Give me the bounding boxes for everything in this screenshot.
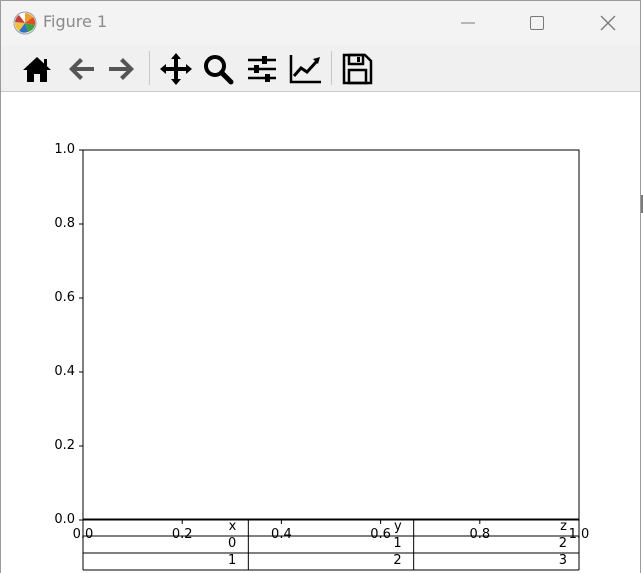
plot-svg	[79, 149, 580, 571]
axes-frame	[82, 149, 580, 521]
home-icon	[23, 57, 51, 82]
zoom-button[interactable]	[200, 51, 236, 87]
table-cell: 1	[393, 536, 402, 551]
figure-canvas[interactable]: 0.0 0.2 0.4 0.6 0.8 1.0 0.0 0.2 0.4 0.6 0.8 1.0 xyz…	[1, 92, 640, 573]
forward-arrow-icon	[109, 58, 134, 80]
pan-icon	[160, 53, 192, 85]
table-header-cell: x	[228, 519, 237, 534]
edit-axis-icon	[289, 55, 321, 84]
y-tick-label: 0.8	[54, 216, 75, 231]
minimize-button[interactable]	[445, 7, 491, 39]
window-title: Figure 1	[43, 12, 108, 31]
x-tick-label: 0.2	[171, 527, 193, 542]
table-header-cell: y	[393, 519, 402, 534]
y-tick-label: 0.4	[54, 364, 75, 379]
y-tick-label: 0.6	[54, 290, 75, 305]
toolbar-separator	[149, 51, 150, 85]
table-cell: 1	[228, 553, 237, 568]
pan-button[interactable]	[158, 51, 194, 87]
matplotlib-logo-icon	[13, 11, 37, 35]
axis-ticks	[79, 149, 580, 524]
back-button[interactable]	[63, 51, 99, 87]
table-cell: 3	[558, 553, 567, 568]
save-button[interactable]	[339, 51, 375, 87]
x-tick-label: 0.8	[469, 527, 491, 542]
x-tick-label: 0.0	[72, 527, 94, 542]
maximize-button[interactable]	[514, 7, 560, 39]
table-cell: 2	[393, 553, 402, 568]
edit-axis-button[interactable]	[287, 51, 323, 87]
minimize-icon	[461, 22, 475, 24]
x-tick-label: 0.4	[271, 527, 292, 542]
table-cell: 2	[558, 536, 567, 551]
table-cell: 0	[228, 536, 237, 551]
maximize-icon	[530, 16, 544, 30]
y-tick-label: 1.0	[54, 142, 75, 157]
toolbar-separator	[331, 51, 332, 85]
y-tick-label: 0.0	[54, 512, 75, 527]
close-button[interactable]	[585, 7, 631, 39]
save-icon	[342, 53, 373, 85]
navigation-toolbar	[1, 45, 640, 92]
zoom-icon	[204, 55, 234, 85]
close-icon	[600, 15, 616, 31]
configure-subplots-button[interactable]	[244, 51, 280, 87]
figure-window: Figure 1 0.0 0.2 0.4 0.6 0.8 1.0 0.0 0.2…	[0, 0, 641, 573]
table-grid	[82, 518, 580, 571]
home-button[interactable]	[19, 51, 55, 87]
table-header-cell: z	[560, 519, 567, 534]
y-tick-label: 0.2	[54, 438, 75, 453]
forward-button[interactable]	[104, 51, 140, 87]
configure-subplots-icon	[248, 56, 276, 82]
back-arrow-icon	[69, 58, 94, 80]
title-bar[interactable]: Figure 1	[1, 1, 640, 45]
